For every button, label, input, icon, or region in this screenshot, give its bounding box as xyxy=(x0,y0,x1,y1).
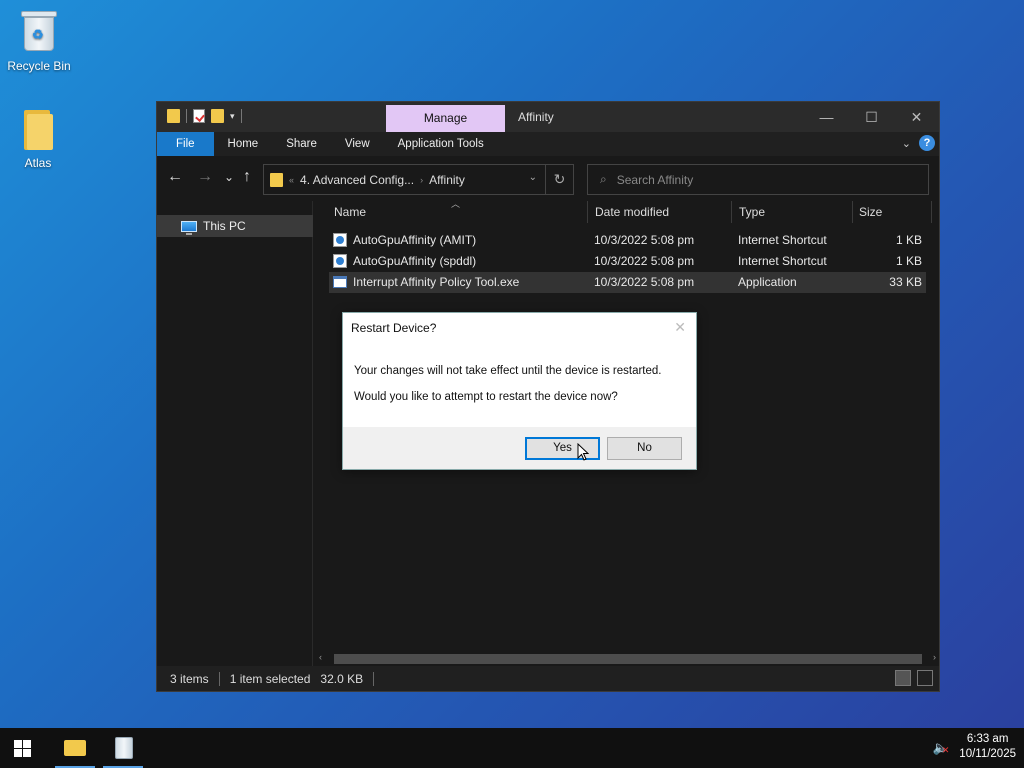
quick-access-toolbar: ▾ xyxy=(167,109,242,123)
new-folder-icon[interactable] xyxy=(211,109,224,123)
app-icon xyxy=(115,737,133,759)
search-icon: ⌕ xyxy=(600,172,607,186)
restart-dialog: Restart Device? ✕ Your changes will not … xyxy=(342,312,697,470)
taskbar-file-explorer[interactable] xyxy=(55,728,95,768)
expand-ribbon-icon[interactable]: ⌄ xyxy=(902,137,911,150)
forward-button[interactable]: → xyxy=(197,168,213,186)
status-selection: 1 item selected xyxy=(229,671,311,686)
minimize-button[interactable]: — xyxy=(804,102,849,132)
properties-icon[interactable] xyxy=(193,109,205,123)
recent-locations-button[interactable]: ⌄ xyxy=(224,170,234,184)
application-icon xyxy=(333,276,347,288)
taskbar: 🔈 ✕ 6:33 am 10/11/2025 xyxy=(0,728,1024,768)
nav-item-label: This PC xyxy=(203,219,246,233)
status-bar: 3 items 1 item selected 32.0 KB xyxy=(157,666,939,691)
tab-file[interactable]: File xyxy=(157,132,214,156)
clock[interactable]: 6:33 am 10/11/2025 xyxy=(959,732,1016,762)
column-header-type[interactable]: Type xyxy=(739,205,765,219)
dialog-question: Would you like to attempt to restart the… xyxy=(354,391,618,403)
clock-time: 6:33 am xyxy=(966,733,1009,745)
computer-icon xyxy=(181,220,197,235)
desktop-icon-recycle-bin[interactable]: ♻ Recycle Bin xyxy=(0,9,79,73)
window-title: Affinity xyxy=(518,110,554,124)
desktop-icon-label: Atlas xyxy=(24,156,52,170)
volume-muted-icon[interactable]: 🔈 ✕ xyxy=(933,740,950,756)
internet-shortcut-icon xyxy=(333,254,347,268)
tab-view[interactable]: View xyxy=(331,132,384,156)
breadcrumb-overflow[interactable]: « xyxy=(289,175,294,185)
tab-share[interactable]: Share xyxy=(272,132,331,156)
search-placeholder: Search Affinity xyxy=(616,172,694,187)
recycle-bin-icon: ♻ xyxy=(21,9,57,53)
customize-toolbar-icon[interactable]: ▾ xyxy=(230,111,235,122)
clock-date: 10/11/2025 xyxy=(959,748,1016,760)
tab-home[interactable]: Home xyxy=(214,132,273,156)
dialog-title: Restart Device? xyxy=(351,321,437,335)
file-row[interactable]: AutoGpuAffinity (AMIT) 10/3/2022 5:08 pm… xyxy=(329,230,926,251)
scroll-left-icon[interactable]: ‹ xyxy=(319,652,322,662)
ribbon-tabs: File Home Share View Application Tools ⌄… xyxy=(157,132,939,156)
status-item-count: 3 items xyxy=(170,671,209,686)
back-button[interactable]: ← xyxy=(167,168,183,186)
start-button[interactable] xyxy=(14,740,31,757)
navigation-bar: ← → ⌄ ↑ « 4. Advanced Config... › Affini… xyxy=(157,156,939,201)
file-row[interactable]: AutoGpuAffinity (spddl) 10/3/2022 5:08 p… xyxy=(329,251,926,272)
internet-shortcut-icon xyxy=(333,233,347,247)
desktop-icon-label: Recycle Bin xyxy=(7,59,71,73)
status-size: 32.0 KB xyxy=(320,671,364,686)
scrollbar-thumb[interactable] xyxy=(334,654,922,664)
mouse-cursor-icon xyxy=(577,443,589,461)
address-dropdown-icon[interactable]: ⌄ xyxy=(529,172,537,183)
address-bar[interactable]: « 4. Advanced Config... › Affinity ⌄ ↻ xyxy=(263,164,574,195)
tab-application-tools[interactable]: Application Tools xyxy=(384,132,498,156)
sort-arrow-icon: ︿ xyxy=(451,199,461,209)
breadcrumb-item[interactable]: 4. Advanced Config... xyxy=(300,173,414,187)
desktop-icon-atlas[interactable]: Atlas xyxy=(0,110,78,170)
dialog-message: Your changes will not take effect until … xyxy=(354,365,662,377)
breadcrumb-item[interactable]: Affinity xyxy=(429,173,465,187)
horizontal-scrollbar[interactable]: ‹ › xyxy=(314,650,939,667)
yes-button[interactable]: Yes xyxy=(525,437,600,461)
details-view-icon[interactable] xyxy=(895,670,911,686)
maximize-button[interactable]: ☐ xyxy=(849,102,894,132)
help-icon[interactable]: ? xyxy=(919,135,935,151)
search-input[interactable]: ⌕ Search Affinity xyxy=(587,164,929,195)
folder-icon xyxy=(22,110,54,150)
close-button[interactable]: ✕ xyxy=(894,102,939,132)
no-button[interactable]: No xyxy=(607,437,682,460)
file-row-selected[interactable]: Interrupt Affinity Policy Tool.exe 10/3/… xyxy=(329,272,926,293)
refresh-icon[interactable]: ↻ xyxy=(545,165,573,194)
navigation-pane: This PC xyxy=(157,201,313,667)
folder-icon xyxy=(270,172,283,187)
folder-icon xyxy=(64,740,86,756)
tab-manage[interactable]: Manage xyxy=(386,105,505,132)
column-header-date[interactable]: Date modified xyxy=(595,205,669,219)
close-icon[interactable]: ✕ xyxy=(674,319,686,336)
title-bar[interactable]: ▾ Manage Affinity — ☐ ✕ xyxy=(157,102,939,132)
large-icons-view-icon[interactable] xyxy=(917,670,933,686)
folder-icon xyxy=(167,109,180,123)
column-header-name[interactable]: Name xyxy=(334,205,366,219)
up-button[interactable]: ↑ xyxy=(243,168,251,186)
nav-item-this-pc[interactable]: This PC xyxy=(157,215,313,237)
taskbar-app[interactable] xyxy=(103,728,143,768)
scroll-right-icon[interactable]: › xyxy=(933,652,936,662)
column-headers: ︿ Name Date modified Type Size xyxy=(314,199,939,223)
column-header-size[interactable]: Size xyxy=(859,205,882,219)
